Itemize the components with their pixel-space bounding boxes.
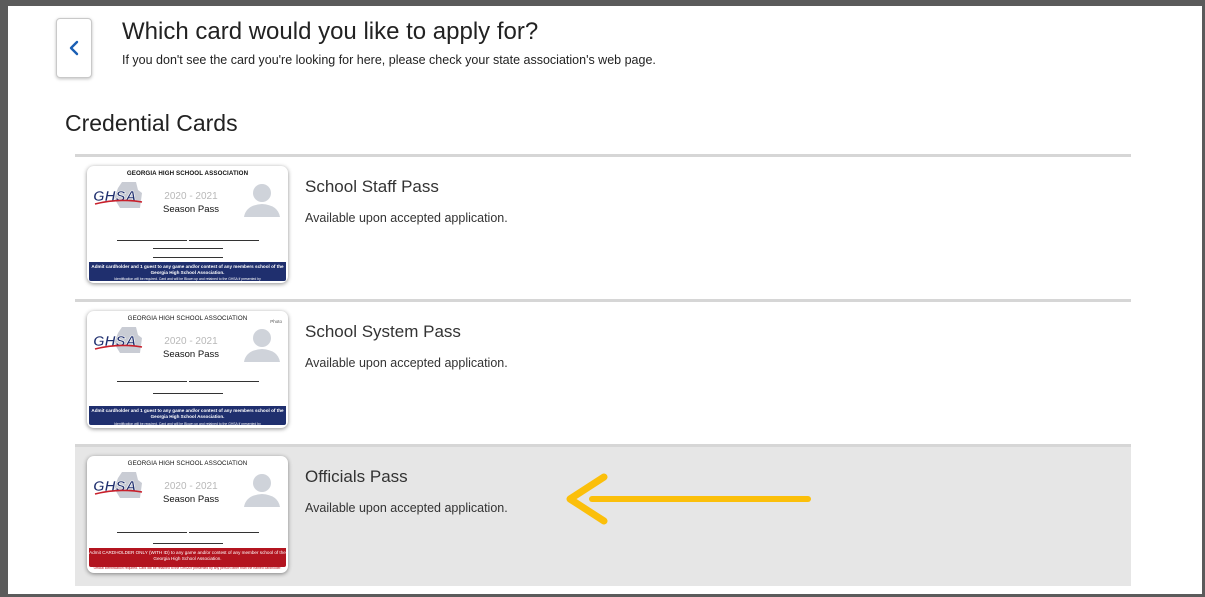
card-option-school-system-pass[interactable]: GEORGIA HIGH SCHOOL ASSOCIATION Photo GH…	[75, 299, 1131, 441]
page-title: Which card would you like to apply for?	[122, 18, 539, 45]
card-image: GEORGIA HIGH SCHOOL ASSOCIATION GHSA 202…	[87, 456, 288, 573]
user-silhouette-icon	[244, 184, 280, 217]
card-fine-print: Identification will be required. Card an…	[114, 422, 261, 426]
card-org-name: GEORGIA HIGH SCHOOL ASSOCIATION	[127, 315, 248, 322]
user-silhouette-icon	[244, 474, 280, 507]
card-image: GEORGIA HIGH SCHOOL ASSOCIATION GHSA 202…	[87, 166, 288, 283]
card-photo-label: Photo	[270, 319, 282, 324]
card-option-name: School Staff Pass	[305, 177, 439, 196]
card-option-name: Officials Pass	[305, 467, 408, 486]
card-season-label: Season Pass	[163, 494, 219, 505]
card-option-description: Available upon accepted application.	[305, 501, 508, 515]
card-org-name: GEORGIA HIGH SCHOOL ASSOCIATION	[127, 460, 248, 467]
card-image: GEORGIA HIGH SCHOOL ASSOCIATION Photo GH…	[87, 311, 288, 428]
card-option-description: Available upon accepted application.	[305, 211, 508, 225]
card-season-label: Season Pass	[163, 204, 219, 215]
app-frame: Which card would you like to apply for? …	[0, 0, 1205, 597]
ghsa-logo: GHSA	[93, 182, 143, 208]
page-subtitle: If you don't see the card you're looking…	[122, 53, 656, 67]
card-org-name: GEORGIA HIGH SCHOOL ASSOCIATION	[126, 170, 249, 177]
card-fine-print: Identification will be required. Card an…	[114, 277, 261, 281]
back-button[interactable]	[56, 18, 92, 78]
card-season-years: 2020 - 2021	[164, 481, 218, 492]
card-season-years: 2020 - 2021	[164, 336, 218, 347]
user-silhouette-icon	[244, 329, 280, 362]
ghsa-logo: GHSA	[93, 472, 143, 498]
arrow-left-icon	[566, 473, 811, 525]
card-season-label: Season Pass	[163, 349, 219, 360]
card-fine-print: Official identification required. Card w…	[93, 566, 282, 570]
card-season-years: 2020 - 2021	[164, 191, 218, 202]
card-option-name: School System Pass	[305, 322, 461, 341]
section-heading: Credential Cards	[65, 110, 238, 136]
ghsa-logo: GHSA	[93, 327, 143, 353]
card-admit-band: Admit CARDHOLDER ONLY (WITH ID) to any g…	[89, 548, 286, 567]
card-option-description: Available upon accepted application.	[305, 356, 508, 370]
chevron-left-icon	[69, 40, 79, 56]
card-option-school-staff-pass[interactable]: GEORGIA HIGH SCHOOL ASSOCIATION GHSA 202…	[75, 154, 1131, 296]
